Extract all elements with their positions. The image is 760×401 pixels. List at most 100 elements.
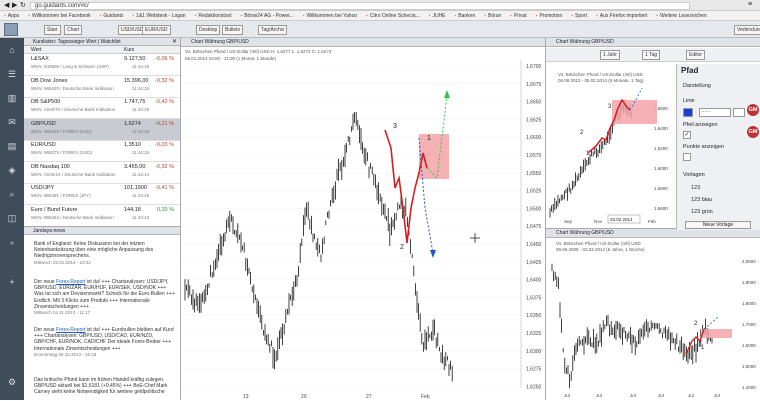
forward-icon[interactable]: ▶	[12, 1, 17, 9]
instrument-name: Euro / Bund Future	[31, 206, 78, 213]
bookmark[interactable]: Willkommen bei Facebook	[28, 13, 91, 19]
line-width-select[interactable]	[733, 108, 745, 117]
list-icon[interactable]: ☰	[5, 68, 19, 80]
menu-icon[interactable]: ≡	[748, 1, 752, 8]
bookmark[interactable]: Weitere Lesezeichen	[656, 13, 707, 19]
vorlage-item[interactable]: 123 blau	[691, 197, 712, 203]
instrument-name: DB Nasdaq 100	[31, 163, 70, 170]
y-tick-label: 1,6325	[526, 331, 542, 337]
y-tick-label: 1,4000	[742, 385, 756, 390]
bookmark[interactable]: Banken	[455, 13, 475, 19]
bookmark[interactable]: Promotion	[536, 13, 562, 19]
mail-icon[interactable]: ✉	[5, 116, 19, 128]
instrument-price: 144,18	[124, 206, 141, 213]
news-item[interactable]: Bank of England: Keine Diskussion bei de…	[34, 241, 176, 266]
reload-icon[interactable]: ↻	[20, 1, 26, 9]
news-item[interactable]: Der neue Forex-Report ist da! +++ Eurobu…	[34, 327, 176, 358]
news-link[interactable]: Forex-Report	[56, 279, 85, 285]
chart-bottom-panel: Chart Währung GBP/USD Vs. Britischen Pfu…	[546, 228, 760, 400]
url-input[interactable]: go.guidants.com/#c/	[30, 2, 690, 10]
bookmark[interactable]: Guidants	[100, 13, 123, 19]
layers-icon[interactable]: ◫	[5, 212, 19, 224]
desktop-button[interactable]: Desktop	[196, 25, 221, 35]
tag-icon[interactable]: ◈	[5, 164, 19, 176]
news-item[interactable]: Der neue Forex-Report ist da! +++ Charta…	[34, 279, 176, 316]
add-icon[interactable]: +	[5, 276, 19, 288]
y-tick-label: 1,6250	[526, 384, 542, 390]
watchlist-row[interactable]: DB Nasdaq 100 WKN: A0AE1X / Deutsche Bank…	[24, 162, 180, 184]
watchlist-row[interactable]: USD/JPY WKN: 965491 / FOREX (JPY) 101,1900…	[24, 183, 180, 205]
back-icon[interactable]: ◀	[4, 1, 9, 9]
punkte-checkbox[interactable]	[683, 153, 691, 161]
user-avatar[interactable]	[4, 23, 18, 36]
avatar[interactable]: GM	[747, 126, 759, 138]
arrow-head-up	[444, 90, 450, 98]
y-tick-label: 1,6675	[526, 82, 542, 88]
bookmark[interactable]: Privat	[510, 13, 527, 19]
bookmark[interactable]: Aus Firefox importiert	[596, 13, 648, 19]
instrument-name: DB S&P500	[31, 99, 61, 105]
close-icon[interactable]: ✕	[172, 38, 177, 45]
bookmark[interactable]: Willkommen bei Yahoo	[303, 13, 357, 19]
avatar[interactable]: GM	[747, 104, 759, 116]
bookmark[interactable]: Apps	[4, 13, 19, 19]
chart-button[interactable]: Chart	[64, 25, 83, 35]
search-icon[interactable]: ⌕	[5, 188, 19, 200]
y-tick-label: 1,6375	[526, 295, 542, 301]
instrument-change: -0,03 %	[155, 142, 174, 148]
y-tick-label: 1,6275	[526, 367, 542, 373]
bookmark[interactable]: Sport	[571, 13, 587, 19]
main-chart-plot[interactable]: 1,6700 1,6675 1,6650 1,6625 1,6600 1,6575 1,65…	[181, 38, 546, 400]
bookmark[interactable]: JUHE	[429, 13, 445, 19]
watchlist-row[interactable]: Euro / Bund Future WKN: 965264 / Deutsche…	[24, 205, 180, 227]
bookmark[interactable]: Börse24 AG - Power...	[240, 13, 293, 19]
bookmark[interactable]: 1&1 Webdesk - Logan	[132, 13, 185, 19]
y-tick-label: 1,6000	[742, 343, 756, 348]
bookmark[interactable]: Redaktionstool	[195, 13, 231, 19]
wave-label: 2	[400, 244, 404, 251]
wave-label: 1	[427, 135, 431, 142]
instrument-time: 11:44:14	[132, 171, 150, 177]
vorlagen-label: Vorlagen	[683, 172, 705, 178]
home-icon[interactable]: ⌂	[5, 44, 19, 56]
verbindung-button[interactable]: Verbindung	[734, 25, 760, 35]
chart-bottom-plot[interactable]: 2,0000 1,9000 1,8000 1,7000 1,6000 1,5000 1,40…	[546, 229, 760, 401]
y-tick-label: 1,5800	[654, 186, 668, 191]
eur-button[interactable]: EUR/USD	[142, 25, 171, 35]
wave-label: 3	[393, 123, 397, 130]
chart-icon[interactable]: ▥	[5, 92, 19, 104]
watchlist-row[interactable]: DB Dow Jones WKN: 969420 / Deutsche Bank …	[24, 76, 180, 98]
watchlist-row[interactable]: DB S&P500 WKN: A0AET0 / Deutsche Bank Ind…	[24, 97, 180, 119]
news-date: Mittwoch 04.11.2013 - 11:17	[34, 310, 91, 316]
news-icon[interactable]: ▤	[5, 140, 19, 152]
col-kurs[interactable]: Kurs	[124, 46, 134, 54]
col-wert[interactable]: Wert	[31, 46, 41, 54]
y-tick-label: 1,6350	[526, 313, 542, 319]
vorlage-item[interactable]: 123	[691, 185, 700, 191]
vorlage-item[interactable]: 123 grün	[691, 209, 713, 215]
bullets-button[interactable]: Bullets	[222, 25, 244, 35]
browser-url-bar: ◀ ▶ ↻ go.guidants.com/#c/ ≡	[0, 0, 760, 11]
pfeil-label: Pfeil anzeigen	[683, 122, 718, 128]
color-swatch[interactable]	[683, 108, 693, 117]
pfeil-checkbox[interactable]: ✓	[683, 131, 691, 139]
target-zone	[612, 100, 657, 124]
news-link[interactable]: Forex-Report	[56, 327, 85, 333]
new-template-button[interactable]: Neue Vorlage	[685, 221, 751, 229]
main-chart-panel: Chart Währung GBP/USD Vs. Britischen Pfu…	[181, 38, 546, 400]
collapse-icon[interactable]: «	[5, 238, 19, 250]
settings-icon[interactable]: ⚙	[5, 376, 19, 388]
arrow-head-down	[430, 250, 436, 258]
y-tick-label: 1,6700	[526, 64, 542, 70]
instrument-change: -0,41 %	[155, 185, 174, 191]
start-button[interactable]: Start	[44, 25, 61, 35]
watchlist-row[interactable]: L&SAX WKN: 846900 / Lang & Schwarz (XXP) 9…	[24, 54, 180, 76]
line-style-select[interactable]: - - -	[699, 108, 731, 117]
bookmark[interactable]: Börse	[484, 13, 501, 19]
instrument-price: 1.747,75	[124, 99, 146, 105]
tagging-button[interactable]: Tag/Archiv	[258, 25, 288, 35]
news-item[interactable]: Das britische Pfund kann im frühen Hande…	[34, 377, 176, 396]
bookmark[interactable]: Citro Online Schecia...	[366, 13, 420, 19]
watchlist-row[interactable]: EUR/USD WKN: 965275 / FOREX (USD) 1,3510 11…	[24, 140, 180, 162]
watchlist-row[interactable]: GBP/USD WKN: 965265 / FOREX (USD) 1,6274 11…	[24, 118, 180, 141]
